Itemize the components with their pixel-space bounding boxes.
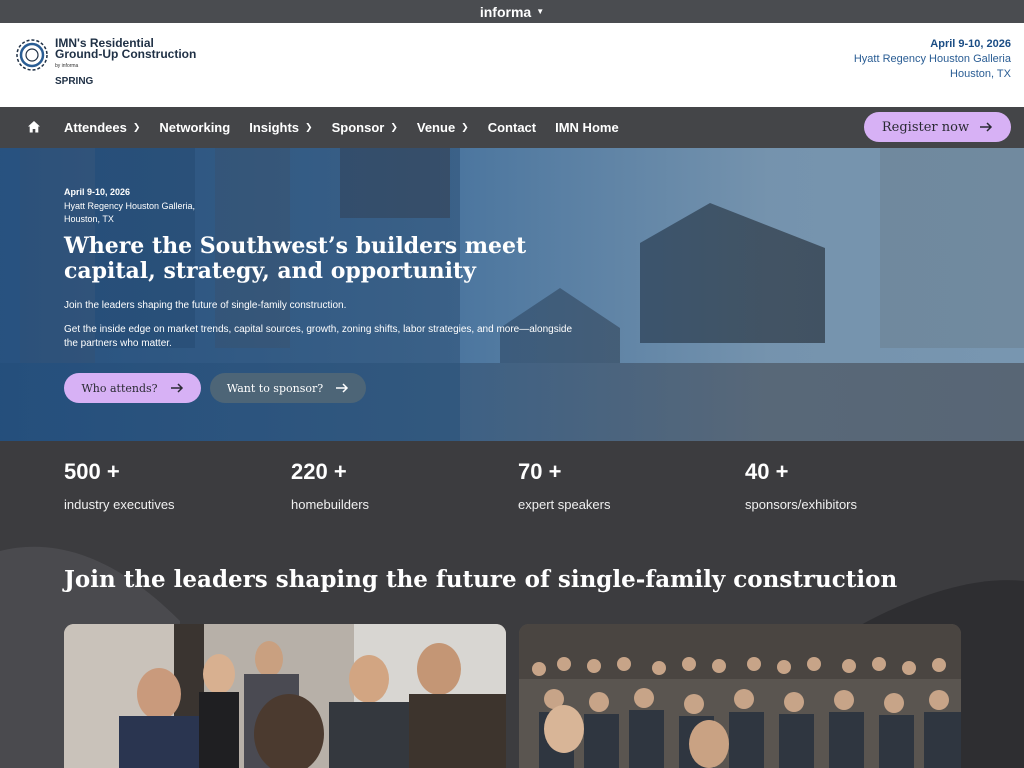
logo-edition: SPRING (55, 76, 94, 87)
nav-item-label: Attendees (64, 120, 127, 135)
chevron-down-icon: ❯ (132, 122, 141, 132)
hero-venue: Hyatt Regency Houston Galleria, Houston,… (64, 200, 214, 226)
stat-homebuilders: 220 + homebuilders (291, 459, 369, 512)
nav-item-label: Insights (249, 120, 300, 135)
logo-title-line2: Ground-Up Construction (55, 47, 197, 61)
nav-item-contact[interactable]: Contact (488, 120, 536, 135)
informa-top-bar[interactable]: informa ▼ (0, 0, 1024, 23)
stat-sponsors: 40 + sponsors/exhibitors (745, 459, 857, 512)
informa-brand-label: informa (479, 3, 532, 20)
nav-item-label: Sponsor (331, 120, 385, 135)
hero-date: April 9-10, 2026 (64, 187, 131, 197)
header-venue: Hyatt Regency Houston Galleria (853, 53, 1011, 65)
logo-title: IMN's Residential Ground-Up Construction (55, 37, 225, 61)
stat-speakers: 70 + expert speakers (518, 459, 611, 512)
site-header: IMN's Residential Ground-Up Construction… (0, 23, 1024, 107)
networking-photo (64, 624, 506, 768)
header-event-info: April 9-10, 2026 Hyatt Regency Houston G… (854, 37, 1011, 82)
stat-label: sponsors/exhibitors (745, 497, 857, 512)
who-attends-button[interactable]: Who attends? (64, 373, 201, 403)
hero-venue-line1: Hyatt Regency Houston Galleria, (64, 201, 196, 211)
register-now-button[interactable]: Register now (864, 112, 1011, 142)
hero-body: Get the inside edge on market trends, ca… (64, 324, 573, 349)
hero-venue-line2: Houston, TX (64, 214, 114, 224)
nav-item-networking[interactable]: Networking (159, 120, 230, 135)
header-city: Houston, TX (950, 68, 1011, 80)
nav-item-insights[interactable]: Insights ❯ (249, 120, 312, 135)
conference-audience-photo (519, 624, 961, 768)
stat-number: 500 + (64, 459, 120, 484)
stat-executives: 500 + industry executives (64, 459, 175, 512)
home-icon[interactable] (27, 120, 41, 134)
arrow-right-icon (336, 383, 349, 393)
nav-item-label: IMN Home (555, 120, 619, 135)
nav-menu: Attendees ❯ Networking Insights ❯ Sponso… (64, 107, 638, 148)
register-button-label: Register now (881, 119, 970, 135)
stat-number: 40 + (745, 459, 789, 484)
nav-item-imn-home[interactable]: IMN Home (555, 120, 619, 135)
nav-item-label: Venue (416, 120, 456, 135)
chevron-down-icon: ❯ (461, 122, 469, 132)
chevron-down-icon: ▼ (536, 7, 545, 16)
conference-audience-photo-image (519, 624, 961, 768)
want-to-sponsor-label: Want to sponsor? (226, 381, 324, 395)
networking-photo-image (64, 624, 506, 768)
nav-item-label: Networking (159, 120, 231, 135)
stat-number: 220 + (291, 459, 347, 484)
header-date: April 9-10, 2026 (930, 38, 1011, 50)
chevron-down-icon: ❯ (305, 122, 313, 132)
nav-item-label: Contact (487, 120, 537, 135)
stat-label: industry executives (64, 497, 175, 512)
who-attends-label: Who attends? (81, 381, 158, 395)
logo-byline: by informa (55, 63, 79, 69)
arrow-right-icon (980, 122, 993, 132)
hero-lead: Join the leaders shaping the future of s… (64, 300, 347, 311)
nav-item-sponsor[interactable]: Sponsor ❯ (332, 120, 398, 135)
stat-label: expert speakers (518, 497, 611, 512)
event-logo[interactable]: IMN's Residential Ground-Up Construction… (15, 36, 215, 96)
chevron-down-icon: ❯ (390, 122, 398, 132)
hero-title: Where the Southwest’s builders meet capi… (64, 233, 527, 284)
stat-label: homebuilders (291, 497, 370, 512)
want-to-sponsor-button[interactable]: Want to sponsor? (210, 373, 366, 403)
hero-banner: April 9-10, 2026 Hyatt Regency Houston G… (0, 148, 1024, 441)
nav-item-venue[interactable]: Venue ❯ (417, 120, 469, 135)
stat-number: 70 + (518, 459, 562, 484)
arrow-right-icon (170, 383, 183, 393)
section-title: Join the leaders shaping the future of s… (64, 566, 898, 593)
logo-mark-icon (16, 39, 48, 71)
nav-item-attendees[interactable]: Attendees ❯ (64, 120, 140, 135)
